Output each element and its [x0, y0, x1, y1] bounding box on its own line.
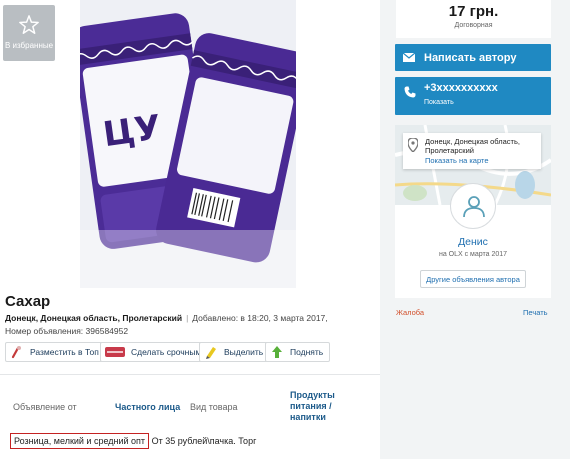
pin-icon	[11, 346, 21, 359]
param-offered-by-label: Объявление от	[13, 402, 77, 412]
complain-link[interactable]: Жалоба	[396, 308, 424, 317]
map-popup: Донецк, Донецкая область, Пролетарский П…	[403, 133, 541, 169]
description-rest: От 35 рублей\пачка. Торг	[151, 436, 257, 446]
user-icon	[463, 196, 485, 218]
other-ads-button[interactable]: Другие объявления автора	[420, 270, 526, 288]
make-urgent-label: Сделать срочным	[131, 347, 202, 357]
seller-name[interactable]: Денис	[395, 236, 551, 248]
urgent-badge-icon	[105, 347, 125, 357]
location-pin-icon	[408, 138, 418, 152]
meta-separator: |	[186, 313, 189, 323]
param-goods-type-label: Вид товара	[190, 402, 238, 412]
show-on-map-link[interactable]: Показать на карте	[425, 156, 537, 165]
price: 17 грн.	[448, 3, 499, 20]
message-author-button[interactable]: Написать автору	[395, 44, 551, 71]
phone-number: +3xxxxxxxxxx	[424, 82, 498, 94]
seller-since: на OLX с марта 2017	[438, 251, 508, 258]
param-goods-type-value[interactable]: Продукты питания / напитки	[290, 390, 350, 423]
phone-icon	[404, 86, 416, 98]
promote-top-label: Разместить в Топ	[30, 347, 99, 357]
make-urgent-button[interactable]: Сделать срочным	[100, 342, 209, 362]
marker-icon	[206, 347, 216, 359]
listing-meta: Донецк, Донецкая область, Пролетарский | Д…	[5, 313, 328, 323]
highlight-label: Выделить	[224, 347, 264, 357]
map-address: Донецк, Донецкая область, Пролетарский	[425, 137, 520, 155]
section-divider	[0, 374, 380, 375]
negotiable-label: Договорная	[454, 22, 493, 29]
raise-button[interactable]: Поднять	[265, 342, 331, 362]
listing-location: Донецк, Донецкая область, Пролетарский	[5, 313, 183, 323]
sugar-packs-image: ЦУ	[80, 0, 296, 288]
promote-top-button[interactable]: Разместить в Топ	[5, 342, 106, 362]
avatar	[450, 183, 496, 229]
seller-card: Донецк, Донецкая область, Пролетарский П…	[395, 125, 551, 298]
param-offered-by-value[interactable]: Частного лица	[115, 402, 180, 412]
highlight-button[interactable]: Выделить	[199, 342, 271, 362]
listing-title: Сахар	[5, 293, 51, 310]
message-author-label: Написать автору	[424, 51, 517, 64]
raise-label: Поднять	[290, 347, 324, 357]
listing-added-date: Добавлено: в 18:20, 3 марта 2017,	[192, 313, 328, 323]
envelope-icon	[403, 53, 415, 62]
show-phone-label: Показать	[424, 99, 454, 106]
price-box: 17 грн. Договорная	[396, 0, 551, 38]
svg-text:ЦУ: ЦУ	[101, 107, 164, 155]
description-highlighted: Розница, мелкий и средний опт	[10, 433, 150, 449]
add-to-favorites-button[interactable]: В избранные	[3, 5, 55, 61]
favorites-label: В избранные	[4, 41, 54, 50]
listing-description: Розница, мелкий и средний опт От 35 рубл…	[10, 433, 257, 449]
listing-photo[interactable]: ЦУ	[80, 0, 296, 288]
show-phone-button[interactable]: +3xxxxxxxxxx Показать	[395, 77, 551, 115]
raise-arrow-icon	[272, 346, 282, 358]
print-link[interactable]: Печать	[523, 308, 548, 317]
star-icon	[19, 15, 39, 34]
ad-number: Номер объявления: 396584952	[5, 326, 129, 336]
listing-main: В избранные ЦУ Сахар Донецк, Донецкая об…	[0, 0, 380, 459]
